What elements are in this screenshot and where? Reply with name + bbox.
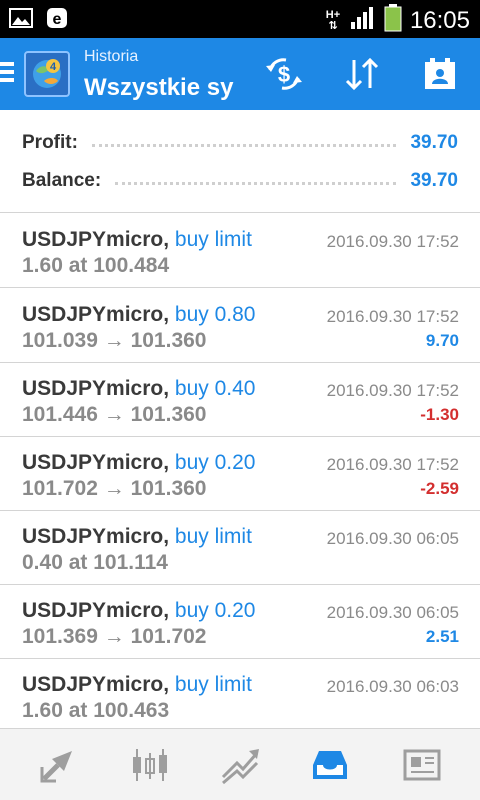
deal-time: 2016.09.30 06:05: [326, 603, 459, 622]
deal-type: buy limit: [174, 525, 252, 548]
deal-symbol: USDJPYmicro, buy 0.20: [22, 451, 256, 474]
svg-text:4: 4: [50, 61, 57, 73]
deal-profit: 2.51: [425, 627, 459, 646]
deal-time: 2016.09.30 17:52: [326, 381, 459, 400]
sort-icon[interactable]: [340, 52, 384, 96]
deal-prices: 1.60 at 100.484: [22, 254, 170, 277]
deal-prices: 101.446 → 101.360: [22, 403, 207, 426]
deal-row[interactable]: USDJPYmicro, buy 0.40 2016.09.30 17:52 1…: [0, 363, 480, 437]
clock: 16:05: [409, 6, 470, 34]
calendar-icon[interactable]: [418, 52, 462, 96]
deal-row[interactable]: USDJPYmicro, buy 0.20 2016.09.30 06:05 1…: [0, 585, 480, 659]
deal-symbol: USDJPYmicro, buy limit: [22, 228, 252, 251]
deal-profit: 9.70: [425, 331, 459, 350]
deal-prices: 101.702 → 101.360: [22, 477, 207, 500]
header-subtitle: Historia: [84, 48, 139, 65]
deal-prices: 0.40 at 101.114: [22, 551, 168, 574]
network-type-indicator: H+ ⇅: [325, 8, 341, 32]
news-icon[interactable]: [398, 741, 446, 789]
deal-row[interactable]: USDJPYmicro, buy limit 2016.09.30 06:03 …: [0, 659, 480, 728]
svg-text:e: e: [53, 11, 62, 28]
deal-symbol: USDJPYmicro, buy limit: [22, 673, 252, 696]
deal-profit: -1.30: [420, 405, 459, 424]
profit-value: 39.70: [410, 132, 458, 153]
deal-type: buy limit: [174, 673, 252, 696]
app-logo[interactable]: 4: [24, 51, 70, 97]
battery-icon: [384, 4, 402, 37]
balance-row: Balance: 39.70: [22, 166, 458, 196]
deal-symbol: USDJPYmicro, buy 0.20: [22, 599, 256, 622]
balance-label: Balance:: [22, 170, 102, 191]
trade-icon[interactable]: [216, 741, 264, 789]
quotes-icon[interactable]: [34, 741, 82, 789]
browser-notification-icon: e: [44, 7, 70, 29]
app-header: 4 Historia Wszystkie sy… $: [0, 38, 480, 110]
deal-row[interactable]: USDJPYmicro, buy 0.20 2016.09.30 17:52 1…: [0, 437, 480, 511]
deal-prices: 1.60 at 100.463: [22, 699, 170, 722]
svg-text:$: $: [278, 62, 290, 87]
signal-icon: [350, 6, 376, 35]
deal-time: 2016.09.30 17:52: [326, 232, 459, 251]
balance-value: 39.70: [410, 170, 458, 191]
deal-type: buy 0.20: [174, 599, 256, 622]
deal-time: 2016.09.30 17:52: [326, 307, 459, 326]
dotted-leader: [91, 143, 397, 147]
deal-row[interactable]: USDJPYmicro, buy limit 2016.09.30 06:05 …: [0, 511, 480, 585]
history-icon[interactable]: [306, 741, 354, 789]
deal-type: buy 0.80: [174, 303, 256, 326]
deal-symbol: USDJPYmicro, buy 0.80: [22, 303, 256, 326]
deal-row[interactable]: USDJPYmicro, buy limit 2016.09.30 17:52 …: [0, 214, 480, 288]
deal-symbol: USDJPYmicro, buy 0.40: [22, 377, 256, 400]
deal-type: buy 0.20: [174, 451, 256, 474]
account-summary: Profit: 39.70 Balance: 39.70: [0, 110, 480, 213]
header-title[interactable]: Wszystkie sy…: [84, 74, 234, 102]
deal-time: 2016.09.30 06:05: [326, 529, 459, 548]
gallery-notification-icon: [8, 7, 34, 29]
deal-time: 2016.09.30 06:03: [326, 677, 459, 696]
deal-time: 2016.09.30 17:52: [326, 455, 459, 474]
bottom-navigation: [0, 728, 480, 800]
currency-exchange-icon[interactable]: $: [262, 52, 306, 96]
dotted-leader: [115, 181, 397, 185]
profit-label: Profit:: [22, 132, 78, 153]
deal-type: buy 0.40: [174, 377, 256, 400]
deal-row[interactable]: USDJPYmicro, buy 0.80 2016.09.30 17:52 1…: [0, 289, 480, 363]
deal-prices: 101.369 → 101.702: [22, 625, 207, 648]
status-bar: e H+ ⇅ 16:05: [0, 0, 480, 38]
deal-symbol: USDJPYmicro, buy limit: [22, 525, 252, 548]
menu-icon[interactable]: [0, 62, 14, 86]
deal-profit: -2.59: [420, 479, 459, 498]
profit-row: Profit: 39.70: [22, 128, 458, 158]
chart-icon[interactable]: [126, 741, 174, 789]
deal-prices: 101.039 → 101.360: [22, 329, 207, 352]
deal-type: buy limit: [174, 228, 252, 251]
